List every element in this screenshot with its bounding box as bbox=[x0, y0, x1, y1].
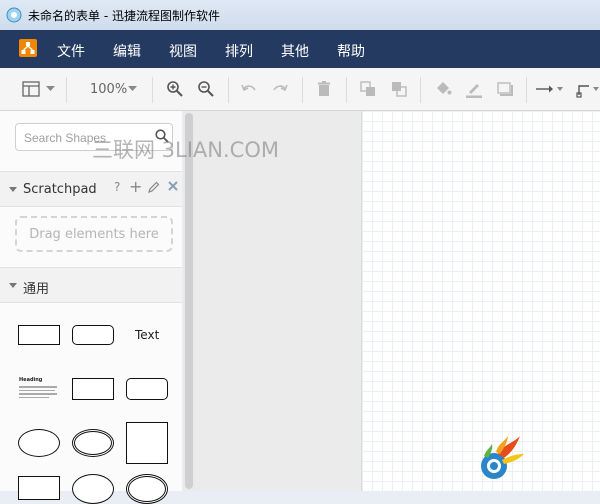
collapse-arrow-icon bbox=[9, 283, 17, 288]
waypoints-icon[interactable] bbox=[576, 78, 600, 100]
format-panel-button[interactable] bbox=[20, 78, 42, 100]
circle-shape[interactable] bbox=[72, 474, 114, 504]
app-logo-icon bbox=[19, 39, 37, 57]
collapse-arrow-icon bbox=[9, 187, 17, 192]
toolbar-separator bbox=[526, 77, 527, 103]
toolbar-separator bbox=[152, 77, 153, 103]
redo-icon[interactable] bbox=[269, 78, 291, 100]
delete-icon[interactable] bbox=[313, 78, 335, 100]
double-circle-shape[interactable] bbox=[126, 474, 168, 504]
canvas-background bbox=[195, 111, 360, 491]
to-back-icon[interactable] bbox=[388, 78, 410, 100]
heading-textbox-shape[interactable]: Heading bbox=[19, 377, 59, 405]
menu-view[interactable]: 视图 bbox=[169, 41, 197, 61]
chevron-down-icon[interactable] bbox=[44, 78, 56, 100]
text-line bbox=[19, 389, 55, 391]
fill-color-icon[interactable] bbox=[432, 78, 454, 100]
drop-hint-text: Drag elements here bbox=[29, 226, 159, 242]
menu-arrange[interactable]: 排列 bbox=[225, 41, 253, 61]
scratchpad-help-icon[interactable]: ? bbox=[114, 180, 120, 194]
window-title: 未命名的表单 - 迅捷流程图制作软件 bbox=[28, 9, 220, 23]
menu-help[interactable]: 帮助 bbox=[337, 41, 365, 61]
flame-logo-icon bbox=[481, 436, 524, 479]
toolbar-separator bbox=[302, 77, 303, 103]
scratchpad-drop-zone[interactable]: Drag elements here bbox=[15, 216, 173, 252]
line-color-icon[interactable] bbox=[463, 78, 485, 100]
menu-file[interactable]: 文件 bbox=[57, 41, 85, 61]
ellipse-shape[interactable] bbox=[18, 429, 60, 457]
rounded-rectangle-shape[interactable] bbox=[72, 325, 114, 345]
watermark: 三联网 3LIAN.COM bbox=[92, 138, 279, 162]
zoom-out-icon[interactable] bbox=[195, 78, 217, 100]
undo-icon[interactable] bbox=[238, 78, 260, 100]
zoom-dropdown-icon[interactable] bbox=[126, 78, 138, 100]
edit-pencil-icon[interactable] bbox=[148, 181, 160, 193]
double-ellipse-shape[interactable] bbox=[72, 429, 114, 457]
general-section-title: 通用 bbox=[23, 282, 50, 297]
connection-arrow-icon[interactable] bbox=[535, 78, 563, 100]
app-icon bbox=[6, 7, 22, 23]
square-shape[interactable] bbox=[126, 422, 168, 464]
scratchpad-title: Scratchpad bbox=[23, 182, 97, 197]
scratchpad-add-icon[interactable]: + bbox=[129, 177, 142, 196]
text-line bbox=[19, 393, 57, 395]
shadow-icon[interactable] bbox=[494, 78, 516, 100]
sidebar-scrollbar-thumb[interactable] bbox=[185, 113, 193, 489]
to-front-icon[interactable] bbox=[357, 78, 379, 100]
menu-edit[interactable]: 编辑 bbox=[113, 41, 141, 61]
heading-shape-title: Heading bbox=[19, 377, 43, 383]
toolbar-separator bbox=[346, 77, 347, 103]
bold-rectangle-shape[interactable] bbox=[72, 378, 114, 400]
zoom-in-icon[interactable] bbox=[164, 78, 186, 100]
text-line bbox=[19, 386, 57, 388]
toolbar-separator bbox=[420, 77, 421, 103]
close-icon[interactable] bbox=[168, 181, 178, 191]
toolbar-separator bbox=[66, 77, 67, 103]
menu-extras[interactable]: 其他 bbox=[281, 41, 309, 61]
scratchpad-header[interactable]: Scratchpad ? + bbox=[0, 171, 182, 207]
general-section-header[interactable]: 通用 bbox=[0, 267, 182, 303]
text-line bbox=[19, 396, 49, 398]
toolbar-separator bbox=[228, 77, 229, 103]
bold-rounded-rectangle-shape[interactable] bbox=[126, 378, 168, 400]
rectangle-shape[interactable] bbox=[18, 325, 60, 345]
zoom-level[interactable]: 100% bbox=[90, 82, 127, 97]
rectangle-shape[interactable] bbox=[18, 476, 60, 500]
text-shape[interactable]: Text bbox=[135, 328, 159, 342]
